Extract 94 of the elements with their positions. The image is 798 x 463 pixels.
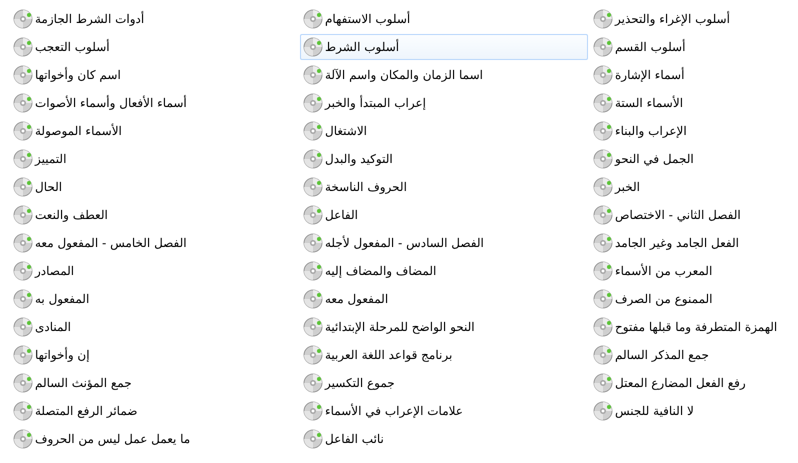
file-item[interactable]: إعراب المبتدأ والخبر: [300, 90, 588, 116]
disc-icon: [593, 65, 613, 85]
disc-icon: [13, 9, 33, 29]
disc-icon: [13, 429, 33, 449]
disc-icon: [303, 121, 323, 141]
file-item[interactable]: الأسماء الستة: [590, 90, 790, 116]
disc-icon: [593, 317, 613, 337]
file-item[interactable]: الفعل الجامد وغير الجامد: [590, 230, 790, 256]
disc-icon: [13, 401, 33, 421]
file-item[interactable]: الإعراب والبناء: [590, 118, 790, 144]
disc-icon: [13, 121, 33, 141]
file-item[interactable]: علامات الإعراب في الأسماء: [300, 398, 588, 424]
file-item[interactable]: اسما الزمان والمكان واسم الآلة: [300, 62, 588, 88]
file-item[interactable]: النحو الواضح للمرحلة الإبتدائية: [300, 314, 588, 340]
disc-icon: [303, 37, 323, 57]
file-item[interactable]: أسلوب التعجب: [10, 34, 298, 60]
disc-icon: [303, 429, 323, 449]
file-item[interactable]: التوكيد والبدل: [300, 146, 588, 172]
disc-icon: [593, 373, 613, 393]
disc-icon: [593, 93, 613, 113]
disc-icon: [303, 345, 323, 365]
disc-icon: [13, 205, 33, 225]
file-item[interactable]: برنامج قواعد اللغة العربية: [300, 342, 588, 368]
disc-icon: [303, 9, 323, 29]
disc-icon: [593, 205, 613, 225]
file-item[interactable]: الاشتغال: [300, 118, 588, 144]
disc-icon: [593, 401, 613, 421]
disc-icon: [593, 233, 613, 253]
file-item[interactable]: المفعول معه: [300, 286, 588, 312]
disc-icon: [13, 345, 33, 365]
disc-icon: [593, 177, 613, 197]
file-item[interactable]: ما يعمل عمل ليس من الحروف: [10, 426, 298, 452]
file-item[interactable]: المضاف والمضاف إليه: [300, 258, 588, 284]
disc-icon: [303, 205, 323, 225]
file-item[interactable]: لا النافية للجنس: [590, 398, 790, 424]
disc-icon: [303, 65, 323, 85]
disc-icon: [303, 317, 323, 337]
disc-icon: [303, 177, 323, 197]
disc-icon: [303, 289, 323, 309]
file-item[interactable]: أسماء الإشارة: [590, 62, 790, 88]
file-item[interactable]: الممنوع من الصرف: [590, 286, 790, 312]
file-item[interactable]: الحروف الناسخة: [300, 174, 588, 200]
file-item[interactable]: اسم كان وأخواتها: [10, 62, 298, 88]
disc-icon: [13, 65, 33, 85]
file-item[interactable]: الفصل الثاني - الاختصاص: [590, 202, 790, 228]
disc-icon: [13, 233, 33, 253]
file-item[interactable]: جموع التكسير: [300, 370, 588, 396]
disc-icon: [303, 233, 323, 253]
file-item[interactable]: أسلوب القسم: [590, 34, 790, 60]
disc-icon: [303, 261, 323, 281]
file-item[interactable]: ضمائر الرفع المتصلة: [10, 398, 298, 424]
file-item[interactable]: المنادى: [10, 314, 298, 340]
file-item[interactable]: الخبر: [590, 174, 790, 200]
disc-icon: [13, 289, 33, 309]
disc-icon: [303, 149, 323, 169]
file-item[interactable]: أسلوب الإغراء والتحذير: [590, 6, 790, 32]
file-item[interactable]: جمع المؤنث السالم: [10, 370, 298, 396]
file-item[interactable]: أسماء الأفعال وأسماء الأصوات: [10, 90, 298, 116]
file-item[interactable]: المفعول به: [10, 286, 298, 312]
disc-icon: [13, 177, 33, 197]
file-item[interactable]: الأسماء الموصولة: [10, 118, 298, 144]
disc-icon: [13, 93, 33, 113]
disc-icon: [303, 93, 323, 113]
file-item[interactable]: المصادر: [10, 258, 298, 284]
disc-icon: [593, 121, 613, 141]
file-item[interactable]: العطف والنعت: [10, 202, 298, 228]
disc-icon: [13, 37, 33, 57]
disc-icon: [593, 261, 613, 281]
disc-icon: [593, 289, 613, 309]
file-item[interactable]: رفع الفعل المضارع المعتل: [590, 370, 790, 396]
file-item[interactable]: الفصل السادس - المفعول لأجله: [300, 230, 588, 256]
file-item[interactable]: أسلوب الشرط: [300, 34, 588, 60]
disc-icon: [13, 373, 33, 393]
file-item[interactable]: أسلوب الاستفهام: [300, 6, 588, 32]
file-item[interactable]: الهمزة المتطرفة وما قبلها مفتوح: [590, 314, 790, 340]
file-item[interactable]: أدوات الشرط الجازمة: [10, 6, 298, 32]
file-item[interactable]: نائب الفاعل: [300, 426, 588, 452]
disc-icon: [303, 401, 323, 421]
disc-icon: [593, 149, 613, 169]
disc-icon: [303, 373, 323, 393]
file-item[interactable]: المعرب من الأسماء: [590, 258, 790, 284]
file-item[interactable]: الفصل الخامس - المفعول معه: [10, 230, 298, 256]
file-item[interactable]: إن وأخواتها: [10, 342, 298, 368]
file-item[interactable]: الحال: [10, 174, 298, 200]
file-item[interactable]: الجمل في النحو: [590, 146, 790, 172]
file-item[interactable]: التمييز: [10, 146, 298, 172]
disc-icon: [13, 261, 33, 281]
disc-icon: [13, 317, 33, 337]
disc-icon: [593, 345, 613, 365]
disc-icon: [593, 9, 613, 29]
file-item[interactable]: الفاعل: [300, 202, 588, 228]
disc-icon: [593, 37, 613, 57]
file-item[interactable]: جمع المذكر السالم: [590, 342, 790, 368]
disc-icon: [13, 149, 33, 169]
